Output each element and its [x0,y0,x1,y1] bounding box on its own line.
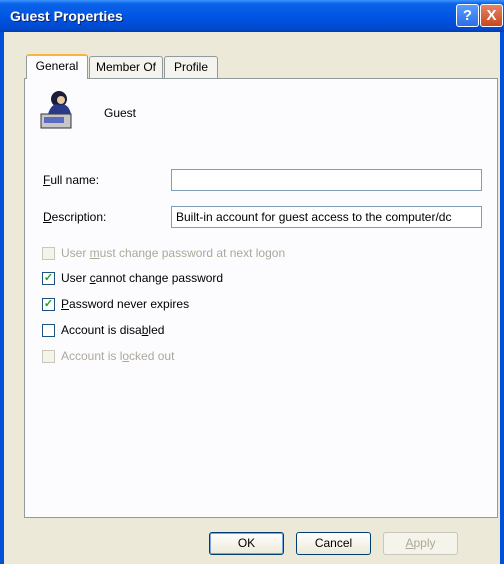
description-label-key: D [43,210,52,224]
close-icon[interactable]: X [480,4,503,27]
label-part: cked out [129,349,175,363]
label-part: led [148,323,165,337]
help-icon[interactable]: ? [456,4,479,27]
label-accel: P [61,297,70,311]
apply-label: pply [413,536,436,550]
checkbox-box[interactable] [42,247,55,260]
label-part: Account is l [61,349,123,363]
dialog-title: Guest Properties [10,8,123,24]
label-part: assword never expires [69,297,190,311]
ok-button[interactable]: OK [209,532,284,555]
checkmark-icon[interactable]: ✓ [42,298,55,311]
full-name-label: Full name: [43,173,99,187]
window-border-right [500,32,504,564]
checkmark-icon[interactable]: ✓ [42,272,55,285]
description-label-text: escription: [51,210,107,224]
cancel-button[interactable]: Cancel [296,532,371,555]
checkbox-label: User must change password at next logon [61,246,285,261]
label-part: ust change password at next logon [99,246,286,260]
tab-member-of[interactable]: Member Of [89,56,163,78]
label-part: User [61,246,90,260]
checkbox-label: Account is locked out [61,349,174,364]
label-accel: m [89,246,100,260]
username-label: Guest [104,106,137,120]
description-field[interactable]: Built-in account for guest access to the… [171,206,482,228]
window-border-left [0,32,4,564]
description-label: Description: [43,210,106,224]
checkbox-label: Account is disabled [61,323,164,338]
full-name-label-text: ull name: [50,173,100,187]
checkbox-box[interactable] [42,350,55,363]
apply-button[interactable]: Apply [383,532,458,555]
properties-dialog: Guest Properties ? X General Member Of P… [0,0,504,564]
label-part: User [61,271,90,285]
checkbox-label: Password never expires [61,297,189,312]
apply-accel: A [405,536,414,550]
title-bar[interactable]: Guest Properties ? X [0,0,504,32]
tab-general[interactable]: General [26,54,88,79]
tab-profile[interactable]: Profile [164,56,218,78]
checkbox-label: User cannot change password [61,271,223,286]
full-name-field[interactable] [171,169,482,191]
label-part: annot change password [95,271,224,285]
user-account-icon [40,91,72,129]
label-part: Account is disa [61,323,142,337]
checkbox-box[interactable] [42,324,55,337]
